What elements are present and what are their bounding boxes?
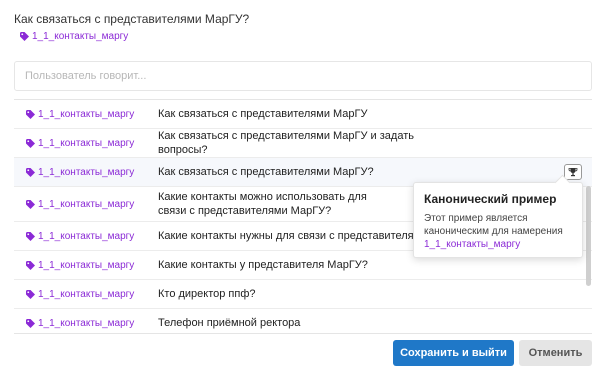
row-example-text: Какие контакты можно использовать для св…: [158, 191, 367, 217]
row-tag-label: 1_1_контакты_маргу: [38, 137, 135, 149]
tooltip-intent-tag: 1_1_контакты_маргу: [424, 239, 521, 250]
row-intent-tag[interactable]: 1_1_контакты_маргу: [26, 231, 158, 242]
tooltip-title: Канонический пример: [424, 192, 557, 206]
tooltip-body: Этот пример является каноническим для на…: [424, 213, 563, 237]
canonical-example-tooltip: Канонический пример Этот пример является…: [413, 182, 583, 258]
tag-icon: [26, 318, 35, 328]
row-tag-label: 1_1_контакты_маргу: [38, 198, 135, 210]
row-tag-label: 1_1_контакты_маргу: [38, 166, 135, 178]
save-and-exit-button[interactable]: Сохранить и выйти: [393, 340, 514, 366]
tag-icon: [26, 138, 35, 148]
user-says-input[interactable]: [14, 61, 592, 91]
canonical-example-button[interactable]: [564, 164, 582, 180]
row-tag-label: 1_1_контакты_маргу: [38, 317, 135, 329]
row-tag-label: 1_1_контакты_маргу: [38, 259, 135, 271]
row-example-text: Как связаться с представителями МарГУ?: [158, 166, 374, 178]
row-example-text: Как связаться с представителями МарГУ и …: [158, 130, 414, 156]
list-scrollbar[interactable]: [586, 186, 591, 286]
row-intent-tag[interactable]: 1_1_контакты_маргу: [26, 167, 158, 178]
tag-icon: [26, 231, 35, 241]
row-tag-label: 1_1_контакты_маргу: [38, 288, 135, 300]
tag-icon: [26, 260, 35, 270]
row-tag-label: 1_1_контакты_маргу: [38, 230, 135, 242]
row-tag-label: 1_1_контакты_маргу: [38, 108, 135, 120]
row-intent-tag[interactable]: 1_1_контакты_маргу: [26, 260, 158, 271]
row-intent-tag[interactable]: 1_1_контакты_маргу: [26, 289, 158, 300]
tag-icon: [26, 199, 35, 209]
table-row[interactable]: 1_1_контакты_маргу Кто директор ппф?: [14, 280, 592, 309]
row-intent-tag[interactable]: 1_1_контакты_маргу: [26, 318, 158, 329]
row-intent-tag[interactable]: 1_1_контакты_маргу: [26, 109, 158, 120]
tag-icon: [20, 32, 29, 41]
row-intent-tag[interactable]: 1_1_контакты_маргу: [26, 138, 158, 149]
intent-tag[interactable]: 1_1_контакты_маргу: [20, 31, 128, 42]
cancel-button[interactable]: Отменить: [519, 340, 592, 366]
table-row[interactable]: 1_1_контакты_маргу Как связаться с предс…: [14, 100, 592, 129]
table-row[interactable]: 1_1_контакты_маргу Телефон приёмной рект…: [14, 309, 592, 333]
trophy-icon: [568, 168, 578, 177]
tag-icon: [26, 289, 35, 299]
intent-tag-label: 1_1_контакты_маргу: [32, 31, 129, 42]
tag-icon: [26, 109, 35, 119]
row-example-text: Как связаться с представителями МарГУ: [158, 108, 368, 120]
row-intent-tag[interactable]: 1_1_контакты_маргу: [26, 199, 158, 210]
row-example-text: Кто директор ппф?: [158, 288, 256, 300]
row-example-text: Какие контакты у представителя МарГУ?: [158, 259, 368, 271]
tag-icon: [26, 167, 35, 177]
intent-question: Как связаться с представителями МарГУ?: [14, 12, 250, 26]
row-example-text: Какие контакты нужны для связи с предста…: [158, 230, 418, 242]
row-example-text: Телефон приёмной ректора: [158, 317, 301, 329]
table-row[interactable]: 1_1_контакты_маргу Как связаться с предс…: [14, 129, 592, 158]
